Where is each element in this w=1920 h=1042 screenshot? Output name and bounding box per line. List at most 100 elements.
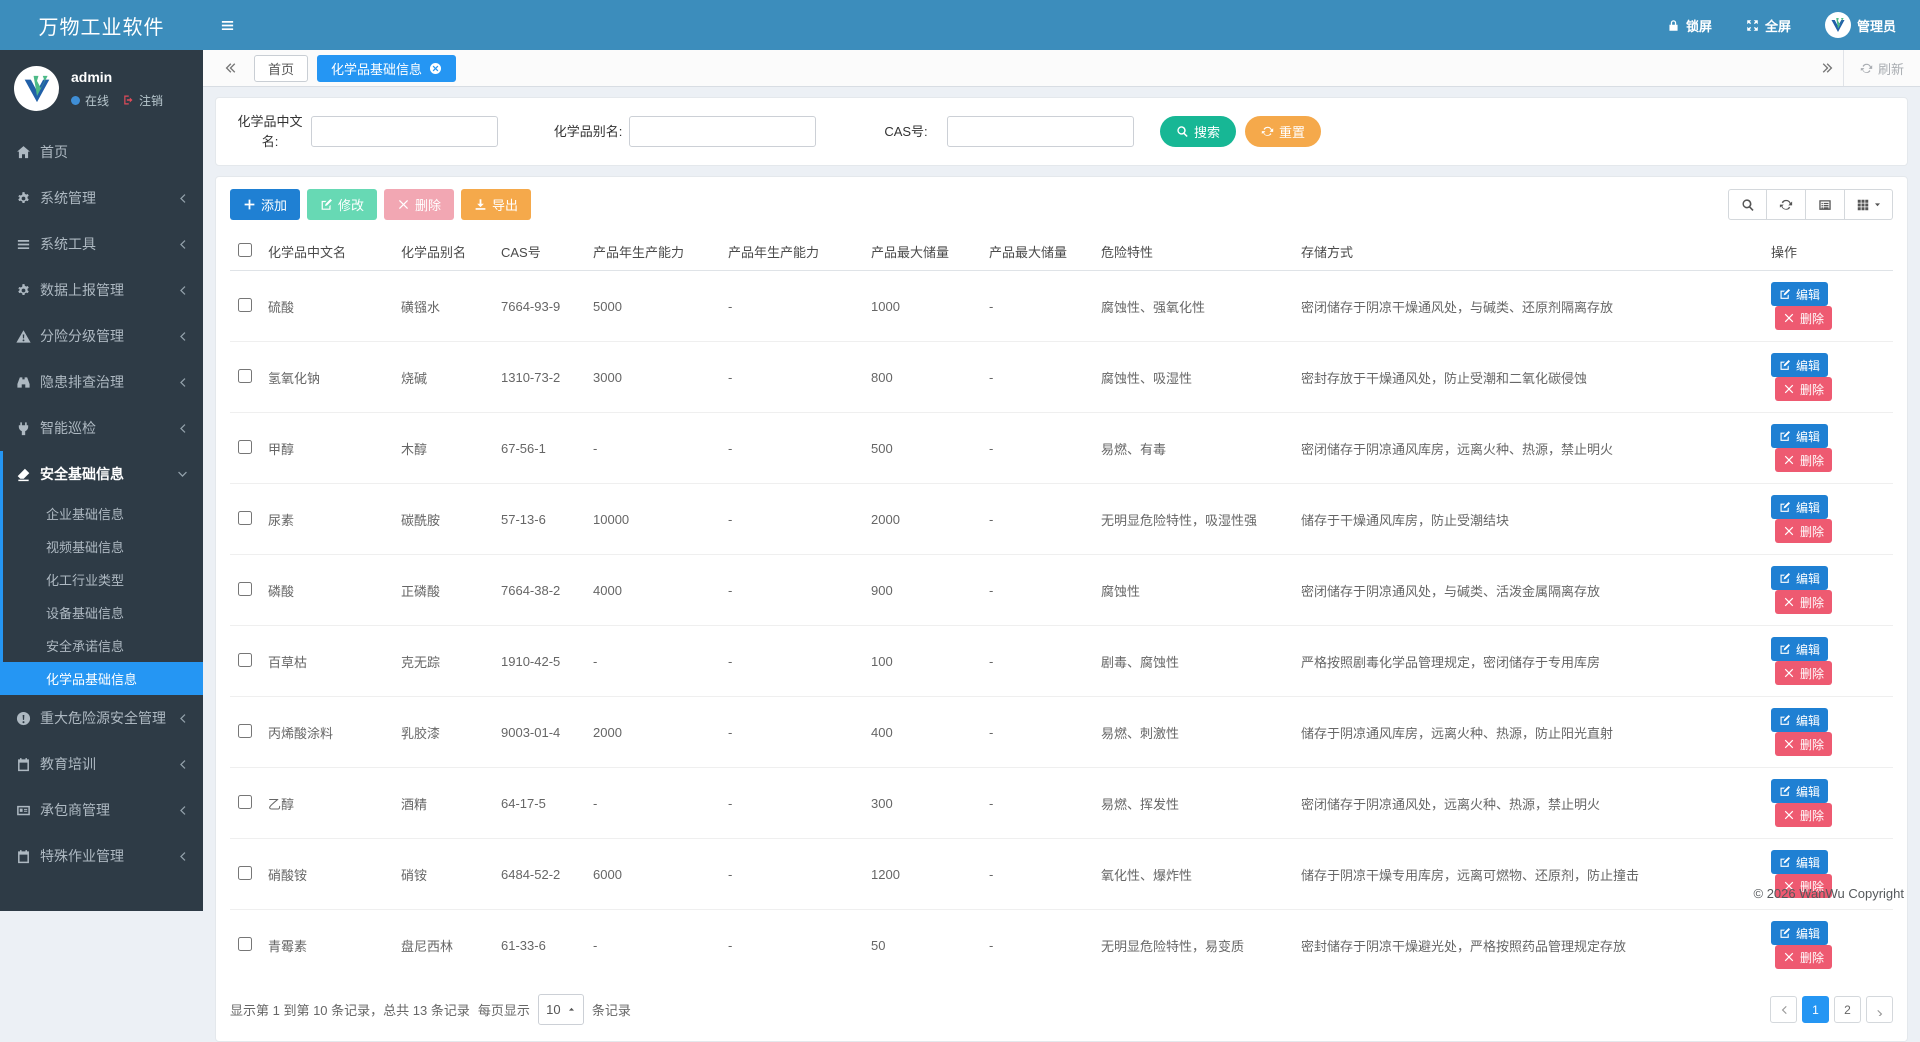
table-row: 甲醇 木醇 67-56-1 - - 500 - 易燃、有毒 密闭储存于阴凉通风库… <box>230 413 1893 484</box>
sidebar-subitem-enterprise-info[interactable]: 企业基础信息 <box>3 497 203 530</box>
select-all-checkbox[interactable] <box>238 243 252 257</box>
lock-screen-button[interactable]: 锁屏 <box>1667 16 1712 35</box>
row-edit-button[interactable]: 编辑 <box>1771 353 1828 377</box>
tab-close-button[interactable] <box>429 62 442 75</box>
sidebar-subitem-video-info[interactable]: 视频基础信息 <box>3 530 203 563</box>
row-checkbox[interactable] <box>238 298 252 312</box>
sidebar-subitem-equipment-info[interactable]: 设备基础信息 <box>3 596 203 629</box>
sidebar-item-major-hazard[interactable]: 重大危险源安全管理 <box>0 695 203 741</box>
sidebar-item-smart-inspection[interactable]: 智能巡检 <box>0 405 203 451</box>
table-search-toggle-button[interactable] <box>1728 189 1767 220</box>
row-delete-button[interactable]: 删除 <box>1775 732 1832 756</box>
row-checkbox[interactable] <box>238 724 252 738</box>
row-delete-button[interactable]: 删除 <box>1775 803 1832 827</box>
cell-storage-method: 密闭储存于阴凉通风处，远离火种、热源，禁止明火 <box>1293 768 1763 839</box>
sidebar-item-hidden-danger[interactable]: 隐患排查治理 <box>0 359 203 405</box>
row-delete-button[interactable]: 删除 <box>1775 377 1832 401</box>
row-delete-button[interactable]: 删除 <box>1775 945 1832 969</box>
row-checkbox[interactable] <box>238 937 252 951</box>
chemical-name-input[interactable] <box>311 116 498 147</box>
delete-button[interactable]: 删除 <box>384 189 454 220</box>
sidebar-item-safety-basic-info[interactable]: 安全基础信息 <box>3 451 203 497</box>
tabs-scroll-right-button[interactable] <box>1813 50 1843 86</box>
double-chevron-right-icon <box>1821 61 1835 75</box>
row-checkbox[interactable] <box>238 511 252 525</box>
chevron-left-icon <box>176 712 189 725</box>
logout-link[interactable]: 注销 <box>139 92 163 109</box>
col-max-storage-2: 产品最大储量 <box>981 233 1093 271</box>
table-refresh-button[interactable] <box>1767 189 1806 220</box>
row-delete-button[interactable]: 删除 <box>1775 661 1832 685</box>
sidebar-item-data-report[interactable]: 数据上报管理 <box>0 267 203 313</box>
row-checkbox[interactable] <box>238 653 252 667</box>
sidebar-item-home[interactable]: 首页 <box>0 129 203 175</box>
sidebar-subitem-chem-industry-type[interactable]: 化工行业类型 <box>3 563 203 596</box>
fullscreen-button[interactable]: 全屏 <box>1746 16 1791 35</box>
row-delete-button[interactable]: 删除 <box>1775 306 1832 330</box>
sidebar-item-contractor-mgmt[interactable]: 承包商管理 <box>0 787 203 833</box>
row-checkbox[interactable] <box>238 795 252 809</box>
chemical-alias-input[interactable] <box>629 116 816 147</box>
modify-button[interactable]: 修改 <box>307 189 377 220</box>
refresh-tab-button[interactable]: 刷新 <box>1843 50 1920 86</box>
grid-icon <box>1856 198 1870 212</box>
row-edit-button[interactable]: 编辑 <box>1771 282 1828 306</box>
sidebar-item-risk-grading[interactable]: 分险分级管理 <box>0 313 203 359</box>
cell-chemical-name: 丙烯酸涂料 <box>260 697 393 768</box>
sidebar-toggle-button[interactable] <box>203 0 251 50</box>
row-delete-button[interactable]: 删除 <box>1775 519 1832 543</box>
reset-button[interactable]: 重置 <box>1245 116 1321 147</box>
table-toggle-view-button[interactable] <box>1806 189 1845 220</box>
search-button[interactable]: 搜索 <box>1160 116 1236 147</box>
row-edit-button[interactable]: 编辑 <box>1771 779 1828 803</box>
next-page-button[interactable] <box>1866 996 1893 1023</box>
cell-storage-method: 储存于干燥通风库房，防止受潮结块 <box>1293 484 1763 555</box>
row-checkbox[interactable] <box>238 369 252 383</box>
tabs-scroll-left-button[interactable] <box>215 50 245 86</box>
row-checkbox[interactable] <box>238 440 252 454</box>
edit-icon <box>1779 501 1791 513</box>
tab-chemical-basic-info[interactable]: 化学品基础信息 <box>317 55 456 82</box>
prev-page-button[interactable] <box>1770 996 1797 1023</box>
main-content: 首页 化学品基础信息 刷新 化学品中文名: 化学品别名: CAS号: <box>203 50 1920 911</box>
per-page-select[interactable]: 10 <box>538 994 584 1025</box>
cas-number-input[interactable] <box>947 116 1134 147</box>
user-panel: admin 在线 注销 <box>0 50 203 129</box>
tab-home[interactable]: 首页 <box>254 55 308 82</box>
sidebar-item-education-training[interactable]: 教育培训 <box>0 741 203 787</box>
user-menu[interactable]: 管理员 <box>1825 12 1896 38</box>
add-button[interactable]: 添加 <box>230 189 300 220</box>
cell-cas-number: 9003-01-4 <box>493 697 585 768</box>
row-checkbox[interactable] <box>238 582 252 596</box>
sidebar-item-system-mgmt[interactable]: 系统管理 <box>0 175 203 221</box>
cell-cas-number: 61-33-6 <box>493 910 585 981</box>
export-button[interactable]: 导出 <box>461 189 531 220</box>
sidebar-subitem-chemical-basic-info[interactable]: 化学品基础信息 <box>3 662 203 695</box>
row-delete-button[interactable]: 删除 <box>1775 448 1832 472</box>
search-panel: 化学品中文名: 化学品别名: CAS号: 搜索 重置 <box>215 97 1908 166</box>
sidebar-item-system-tools[interactable]: 系统工具 <box>0 221 203 267</box>
table-panel: 添加 修改 删除 导出 <box>215 176 1908 1042</box>
page-button-2[interactable]: 2 <box>1834 996 1861 1023</box>
copyright: © 2026 WanWu Copyright <box>1754 886 1904 901</box>
cell-storage-method: 储存于阴凉通风库房，远离火种、热源，防止阳光直射 <box>1293 697 1763 768</box>
row-edit-button[interactable]: 编辑 <box>1771 566 1828 590</box>
row-checkbox[interactable] <box>238 866 252 880</box>
chevron-left-icon <box>176 376 189 389</box>
cell-max-storage-2: - <box>981 342 1093 413</box>
cell-annual-capacity-2: - <box>720 413 863 484</box>
row-edit-button[interactable]: 编辑 <box>1771 708 1828 732</box>
table-columns-button[interactable] <box>1845 189 1893 220</box>
sidebar-subitem-safety-commitment[interactable]: 安全承诺信息 <box>3 629 203 662</box>
row-edit-button[interactable]: 编辑 <box>1771 921 1828 945</box>
edit-icon <box>1779 288 1791 300</box>
row-edit-button[interactable]: 编辑 <box>1771 424 1828 448</box>
row-edit-button[interactable]: 编辑 <box>1771 495 1828 519</box>
row-edit-button[interactable]: 编辑 <box>1771 850 1828 874</box>
sidebar-item-special-operations[interactable]: 特殊作业管理 <box>0 833 203 879</box>
row-delete-button[interactable]: 删除 <box>1775 590 1832 614</box>
caret-down-icon <box>1873 200 1882 209</box>
row-edit-button[interactable]: 编辑 <box>1771 637 1828 661</box>
page-button-1[interactable]: 1 <box>1802 996 1829 1023</box>
x-icon <box>397 198 410 211</box>
